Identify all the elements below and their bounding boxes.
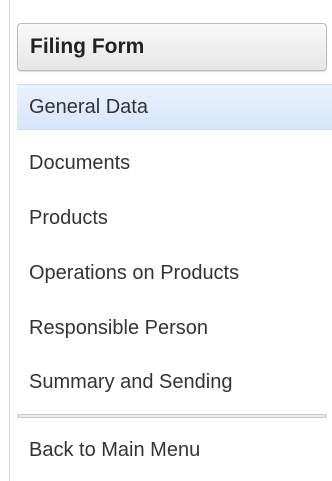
- sidebar-title: Filing Form: [17, 23, 327, 71]
- back-to-main-menu-link[interactable]: Back to Main Menu: [17, 427, 332, 473]
- sidebar-item-responsible-person[interactable]: Responsible Person: [17, 305, 332, 351]
- sidebar-item-products[interactable]: Products: [17, 195, 332, 241]
- sidebar-item-general-data[interactable]: General Data: [17, 84, 332, 130]
- sidebar-item-summary-and-sending[interactable]: Summary and Sending: [17, 359, 332, 405]
- sidebar-divider: [17, 414, 327, 418]
- sidebar-item-operations-on-products[interactable]: Operations on Products: [17, 250, 332, 296]
- sidebar-item-documents[interactable]: Documents: [17, 140, 332, 186]
